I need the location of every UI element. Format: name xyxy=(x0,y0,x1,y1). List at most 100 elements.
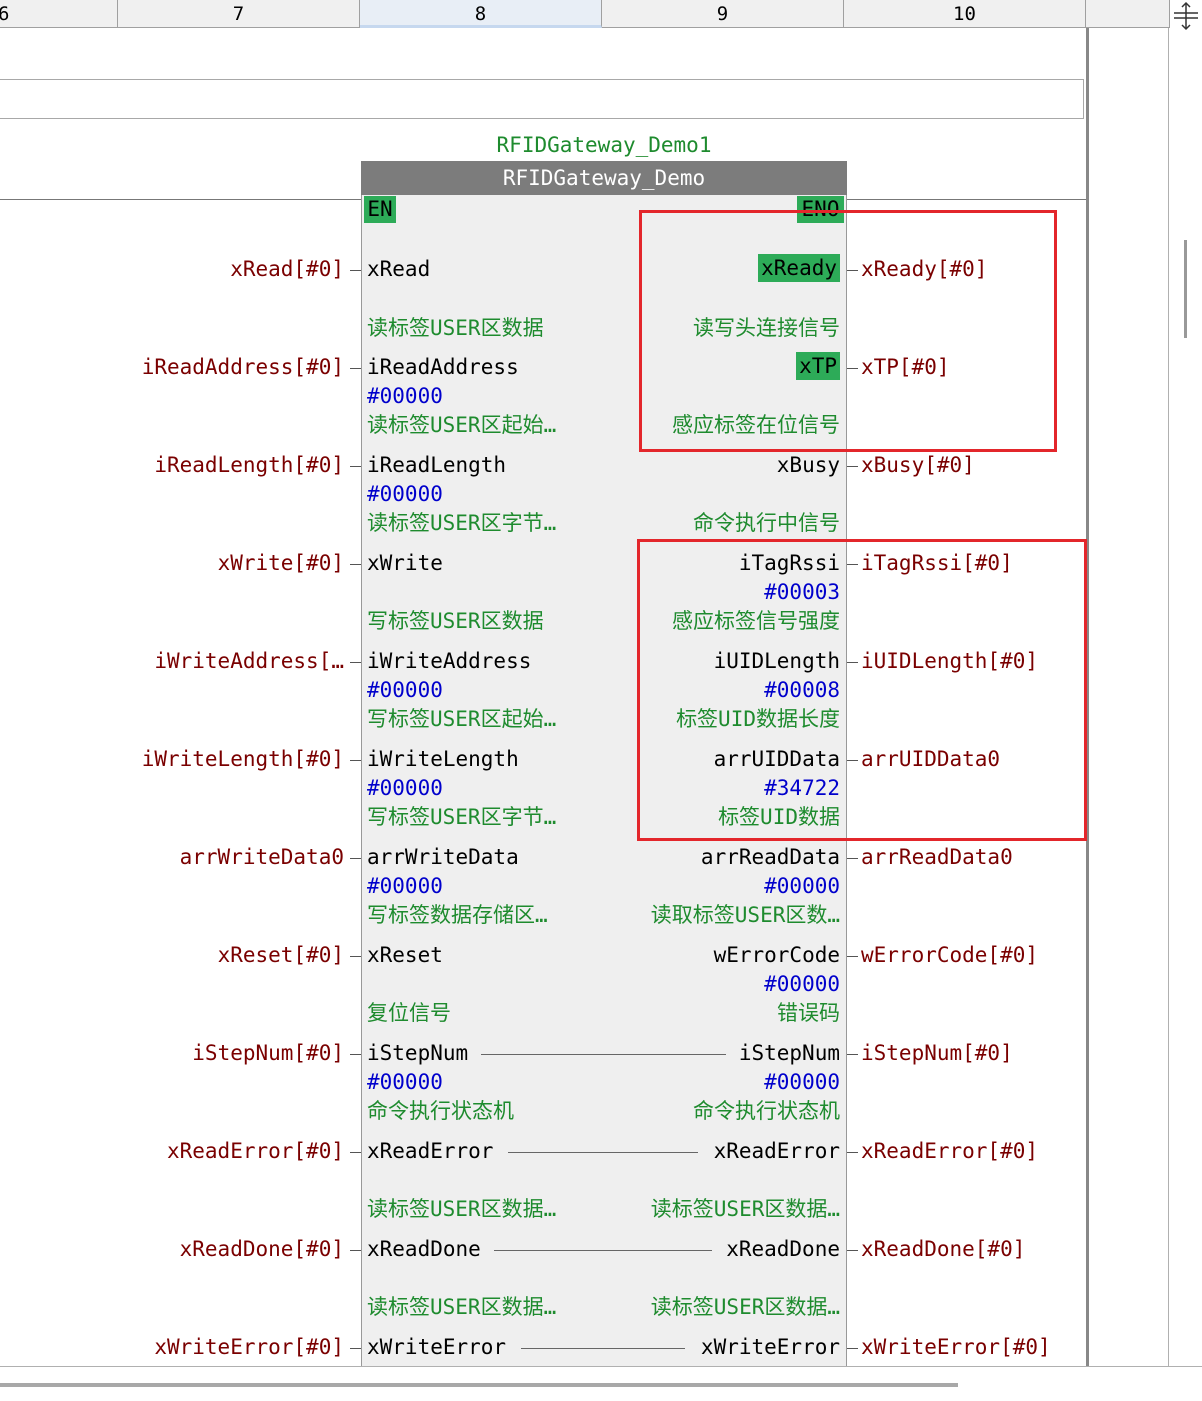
column-header-8[interactable]: 8 xyxy=(360,0,602,28)
output-pin-comment: 读标签USER区数据… xyxy=(650,1197,840,1221)
output-pin-label: arrReadData xyxy=(700,845,840,869)
output-wire xyxy=(847,1250,858,1251)
output-pin-comment: 错误码 xyxy=(777,1001,840,1025)
output-variable[interactable]: arrReadData0 xyxy=(861,844,1013,870)
input-pin-comment: 写标签USER区数据 xyxy=(367,609,544,633)
input-wire xyxy=(350,1250,361,1251)
input-pin-comment: 写标签USER区起始… xyxy=(367,707,557,731)
column-header-label: 6 xyxy=(0,3,10,25)
input-pin-value: #00000 xyxy=(367,776,443,800)
input-variable[interactable]: xWriteError[#0] xyxy=(154,1334,344,1360)
passthrough-line xyxy=(521,1348,685,1349)
input-pin-value: #00000 xyxy=(367,1070,443,1094)
input-pin-label: iReadAddress xyxy=(367,355,519,379)
input-wire xyxy=(350,1348,361,1349)
input-pin-comment: 复位信号 xyxy=(367,1001,451,1025)
annotation-box-top xyxy=(639,210,1057,452)
en-pin[interactable]: EN xyxy=(364,196,396,223)
output-pin-label: xReadDone xyxy=(726,1237,840,1261)
passthrough-line xyxy=(481,1054,726,1055)
input-pin-comment: 读标签USER区数据… xyxy=(367,1295,557,1319)
input-pin-comment: 写标签数据存储区… xyxy=(367,903,548,927)
column-header-10[interactable]: 10 xyxy=(844,0,1086,28)
split-handle-icon[interactable] xyxy=(1170,0,1202,32)
output-variable[interactable]: xBusy[#0] xyxy=(861,452,975,478)
output-pin-label: iStepNum xyxy=(738,1041,840,1065)
input-variable[interactable]: arrWriteData0 xyxy=(180,844,344,870)
output-pin-comment: 读标签USER区数据… xyxy=(650,1295,840,1319)
block-instance-name[interactable]: RFIDGateway_Demo1 xyxy=(362,131,846,159)
input-pin-comment: 读标签USER区数据 xyxy=(367,316,544,340)
output-pin-comment: 命令执行状态机 xyxy=(693,1099,840,1123)
column-header-6[interactable]: 6 xyxy=(0,0,118,28)
output-variable[interactable]: xReadDone[#0] xyxy=(861,1236,1025,1262)
column-header-label: 7 xyxy=(232,3,245,25)
output-variable[interactable]: xReadError[#0] xyxy=(861,1138,1038,1164)
column-header-label: 9 xyxy=(716,3,729,25)
rung-comment-box[interactable] xyxy=(0,79,1084,119)
output-pin-comment: 读取标签USER区数… xyxy=(650,903,840,927)
output-wire xyxy=(847,1054,858,1055)
output-pin-label: xReadError xyxy=(713,1139,840,1163)
input-pin-comment: 命令执行状态机 xyxy=(367,1099,514,1123)
input-wire xyxy=(350,1054,361,1055)
input-pin-label: iStepNum xyxy=(367,1041,469,1065)
output-pin-value: #00000 xyxy=(764,1070,840,1094)
horizontal-scrollbar-thumb[interactable] xyxy=(0,1383,958,1387)
output-wire xyxy=(847,858,858,859)
input-wire xyxy=(350,368,361,369)
output-pin-label: xBusy xyxy=(776,453,840,477)
input-pin-value: #00000 xyxy=(367,482,443,506)
function-block-header[interactable]: RFIDGateway_Demo xyxy=(361,161,847,195)
input-variable[interactable]: xReadDone[#0] xyxy=(180,1236,344,1262)
input-pin-value: #00000 xyxy=(367,384,443,408)
input-wire xyxy=(350,1152,361,1153)
output-variable[interactable]: wErrorCode[#0] xyxy=(861,942,1038,968)
passthrough-line xyxy=(508,1152,698,1153)
input-wire xyxy=(350,662,361,663)
input-variable[interactable]: iStepNum[#0] xyxy=(192,1040,344,1066)
input-variable[interactable]: xRead[#0] xyxy=(230,256,344,282)
input-pin-label: xReadDone xyxy=(367,1237,481,1261)
input-pin-label: iWriteLength xyxy=(367,747,519,771)
input-variable[interactable]: iReadAddress[#0] xyxy=(142,354,344,380)
input-pin-label: arrWriteData xyxy=(367,845,519,869)
input-pin-label: iReadLength xyxy=(367,453,507,477)
column-header-label: 10 xyxy=(953,3,976,25)
column-header-empty xyxy=(1086,0,1170,28)
input-pin-value: #00000 xyxy=(367,874,443,898)
output-pin-comment: 命令执行中信号 xyxy=(693,511,840,535)
input-wire xyxy=(350,956,361,957)
output-wire xyxy=(847,956,858,957)
input-pin-comment: 写标签USER区字节… xyxy=(367,805,557,829)
input-variable[interactable]: xWrite[#0] xyxy=(218,550,344,576)
column-header-9[interactable]: 9 xyxy=(602,0,844,28)
input-pin-comment: 读标签USER区字节… xyxy=(367,511,557,535)
input-pin-label: xReset xyxy=(367,943,443,967)
editor-margin-line xyxy=(1168,28,1169,1368)
input-variable[interactable]: iReadLength[#0] xyxy=(154,452,344,478)
output-pin-label: wErrorCode xyxy=(713,943,840,967)
output-pin-value: #00000 xyxy=(764,874,840,898)
output-pin-value: #00000 xyxy=(764,972,840,996)
column-header-label: 8 xyxy=(474,3,487,25)
input-variable[interactable]: iWriteLength[#0] xyxy=(142,746,344,772)
input-wire xyxy=(350,858,361,859)
output-wire xyxy=(847,1348,858,1349)
input-wire xyxy=(350,760,361,761)
input-pin-label: xReadError xyxy=(367,1139,494,1163)
input-variable[interactable]: iWriteAddress[… xyxy=(154,648,344,674)
passthrough-line xyxy=(494,1250,712,1251)
output-variable[interactable]: xWriteError[#0] xyxy=(861,1334,1051,1360)
input-wire xyxy=(350,270,361,271)
output-pin-label: xWriteError xyxy=(700,1335,840,1359)
input-pin-comment: 读标签USER区数据… xyxy=(367,1197,557,1221)
input-variable[interactable]: xReadError[#0] xyxy=(167,1138,344,1164)
output-variable[interactable]: iStepNum[#0] xyxy=(861,1040,1013,1066)
input-pin-label: xRead xyxy=(367,257,431,281)
input-variable[interactable]: xReset[#0] xyxy=(218,942,344,968)
column-header-7[interactable]: 7 xyxy=(118,0,360,28)
input-pin-label: xWrite xyxy=(367,551,443,575)
input-wire xyxy=(350,466,361,467)
vertical-scrollbar-thumb[interactable] xyxy=(1184,240,1187,338)
